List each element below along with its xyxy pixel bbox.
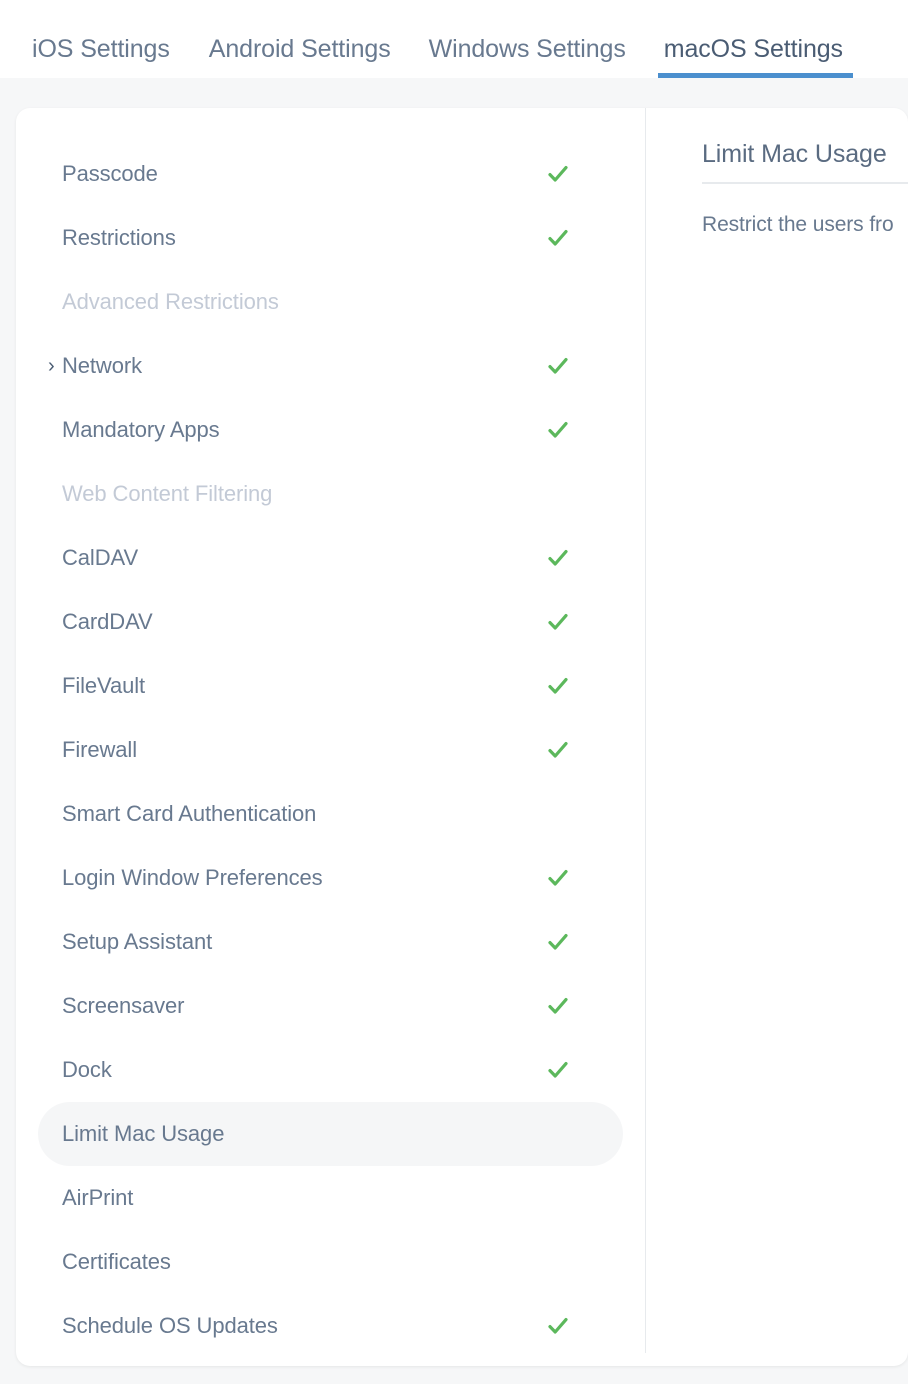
- settings-list-item[interactable]: › Network: [38, 334, 623, 398]
- check-icon: [546, 354, 570, 378]
- check-icon: [546, 226, 570, 250]
- tab-windows-settings[interactable]: Windows Settings: [429, 37, 626, 78]
- settings-list-item: Advanced Restrictions: [38, 270, 623, 334]
- check-icon: [546, 738, 570, 762]
- settings-list-item-label: Certificates: [62, 1249, 171, 1274]
- settings-list-item[interactable]: Screensaver: [38, 974, 623, 1038]
- settings-tabbar: iOS Settings Android Settings Windows Sett…: [0, 0, 908, 78]
- detail-description: Restrict the users fro: [702, 213, 894, 236]
- settings-list-item-label: Schedule OS Updates: [62, 1313, 278, 1338]
- settings-list-item[interactable]: CardDAV: [38, 590, 623, 654]
- settings-list-item[interactable]: AirPrint: [38, 1166, 623, 1230]
- settings-list-item-label: Firewall: [62, 737, 137, 762]
- settings-card: Passcode Restrictions Advanced Restriction…: [16, 108, 908, 1366]
- check-icon: [546, 1058, 570, 1082]
- settings-list-item[interactable]: Login Window Preferences: [38, 846, 623, 910]
- check-icon: [546, 162, 570, 186]
- settings-list-item[interactable]: Dock: [38, 1038, 623, 1102]
- settings-list-item-label: Screensaver: [62, 993, 185, 1018]
- settings-list-item-label: Passcode: [62, 161, 158, 186]
- tab-android-settings[interactable]: Android Settings: [209, 37, 391, 78]
- settings-list-item-label: FileVault: [62, 673, 146, 698]
- settings-list-item-label: Login Window Preferences: [62, 865, 323, 890]
- settings-list-item[interactable]: CalDAV: [38, 526, 623, 590]
- settings-list-item-label: CardDAV: [62, 609, 153, 634]
- settings-list-item: Web Content Filtering: [38, 462, 623, 526]
- settings-list-item[interactable]: Mandatory Apps: [38, 398, 623, 462]
- settings-list-panel: Passcode Restrictions Advanced Restriction…: [16, 108, 645, 1366]
- check-icon: [546, 546, 570, 570]
- settings-list-item-label: Restrictions: [62, 225, 176, 250]
- settings-list-item[interactable]: Certificates: [38, 1230, 623, 1294]
- settings-list-item[interactable]: Passcode: [38, 142, 623, 206]
- settings-list-item[interactable]: Setup Assistant: [38, 910, 623, 974]
- tab-ios-settings[interactable]: iOS Settings: [32, 37, 170, 78]
- check-icon: [546, 930, 570, 954]
- detail-panel: Limit Mac Usage Restrict the users fro: [646, 108, 908, 1366]
- detail-title: Limit Mac Usage: [702, 140, 887, 168]
- settings-list-item-label: Web Content Filtering: [62, 481, 273, 506]
- settings-list-item-label: Mandatory Apps: [62, 417, 220, 442]
- check-icon: [546, 418, 570, 442]
- settings-list-item[interactable]: Restrictions: [38, 206, 623, 270]
- check-icon: [546, 1314, 570, 1338]
- settings-list-item-label: AirPrint: [62, 1185, 134, 1210]
- settings-list-item[interactable]: Limit Mac Usage: [38, 1102, 623, 1166]
- check-icon: [546, 866, 570, 890]
- check-icon: [546, 674, 570, 698]
- settings-list-item[interactable]: Smart Card Authentication: [38, 782, 623, 846]
- check-icon: [546, 994, 570, 1018]
- settings-list-item-label: Setup Assistant: [62, 929, 213, 954]
- detail-title-rule: [702, 182, 908, 184]
- tab-macos-settings[interactable]: macOS Settings: [657, 37, 854, 78]
- settings-list-item-label: Smart Card Authentication: [62, 801, 317, 826]
- settings-page: iOS Settings Android Settings Windows Sett…: [0, 0, 908, 1384]
- settings-list-item-label: Dock: [62, 1057, 112, 1082]
- chevron-right-icon[interactable]: ›: [48, 356, 55, 376]
- check-icon: [546, 610, 570, 634]
- settings-list-item-label: CalDAV: [62, 545, 139, 570]
- settings-list-item[interactable]: FileVault: [38, 654, 623, 718]
- settings-list-item-label: Network: [62, 353, 142, 378]
- settings-list-item[interactable]: Schedule OS Updates: [38, 1294, 623, 1358]
- settings-list-item[interactable]: Firewall: [38, 718, 623, 782]
- settings-list-item-label: Advanced Restrictions: [62, 289, 279, 314]
- settings-list-item-label: Limit Mac Usage: [62, 1121, 225, 1146]
